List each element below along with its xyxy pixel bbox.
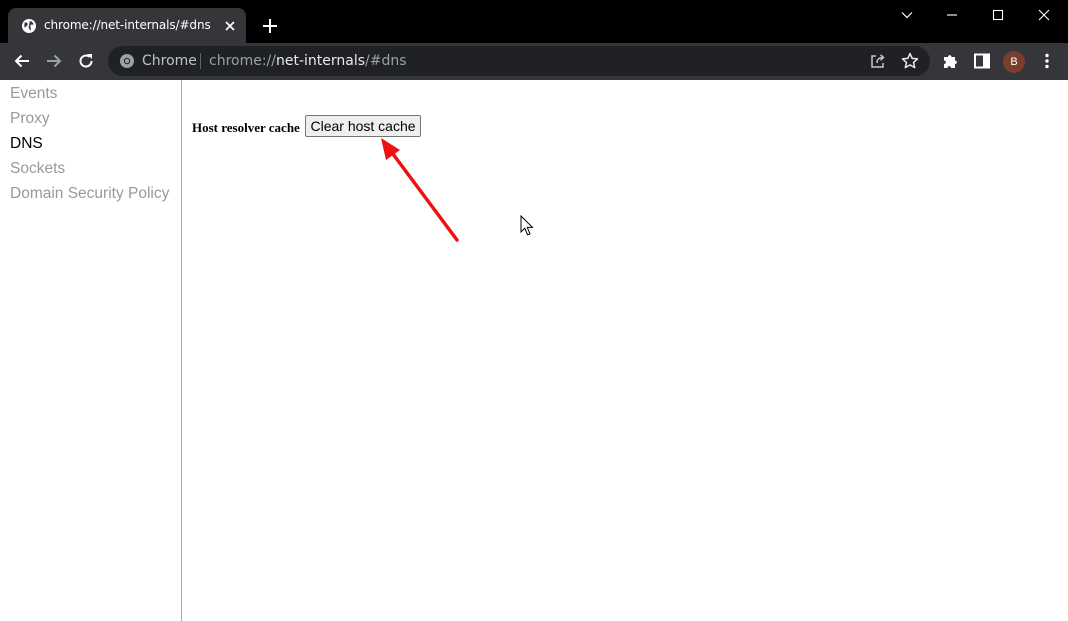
sidebar-item-sockets[interactable]: Sockets: [10, 160, 65, 178]
browser-toolbar: Chrome chrome://net-internals/#dns B: [0, 43, 1068, 80]
tab-title: chrome://net-internals/#dns: [44, 18, 211, 32]
plus-icon[interactable]: [259, 15, 281, 37]
chrome-chip-label: Chrome: [142, 53, 197, 69]
sidebar-item-proxy[interactable]: Proxy: [10, 110, 50, 128]
arrow-right-icon[interactable]: [42, 49, 66, 73]
dns-panel: Host resolver cache Clear host cache: [183, 80, 1068, 621]
tab-close-icon[interactable]: [223, 19, 237, 33]
address-bar[interactable]: Chrome chrome://net-internals/#dns: [108, 46, 930, 76]
minimize-icon: [947, 14, 957, 16]
tab-net-internals[interactable]: chrome://net-internals/#dns: [8, 8, 246, 43]
extensions-puzzle-icon[interactable]: [938, 49, 962, 73]
host-resolver-cache-label: Host resolver cache: [192, 120, 300, 135]
tab-search-button[interactable]: [884, 0, 930, 30]
minimize-button[interactable]: [929, 0, 975, 30]
arrow-left-icon[interactable]: [10, 49, 34, 73]
kebab-menu-icon[interactable]: [1035, 49, 1059, 73]
tab-strip: chrome://net-internals/#dns: [0, 0, 1068, 43]
close-icon: [1038, 9, 1050, 21]
profile-avatar[interactable]: B: [1003, 51, 1025, 73]
net-internals-sidebar: Events Proxy DNS Sockets Domain Security…: [0, 80, 182, 621]
url-path: /#dns: [365, 53, 407, 69]
maximize-button[interactable]: [975, 0, 1021, 30]
clear-host-cache-button[interactable]: Clear host cache: [305, 115, 421, 137]
url-text: chrome://net-internals/#dns: [209, 53, 407, 69]
bookmark-star-icon[interactable]: [900, 51, 920, 71]
url-host: net-internals: [276, 53, 366, 69]
globe-icon: [21, 18, 37, 34]
url-scheme: chrome://: [209, 53, 276, 69]
sidebar-item-domain-security-policy[interactable]: Domain Security Policy: [10, 185, 169, 203]
omnibox-separator: [200, 53, 201, 69]
reload-icon[interactable]: [74, 49, 98, 73]
share-icon[interactable]: [868, 51, 888, 71]
side-panel-icon[interactable]: [970, 49, 994, 73]
sidebar-item-events[interactable]: Events: [10, 85, 57, 103]
close-window-button[interactable]: [1021, 0, 1067, 30]
chrome-logo-icon: [119, 53, 135, 69]
sidebar-item-dns[interactable]: DNS: [10, 135, 43, 153]
chevron-down-icon: [901, 12, 913, 19]
maximize-icon: [992, 9, 1004, 21]
